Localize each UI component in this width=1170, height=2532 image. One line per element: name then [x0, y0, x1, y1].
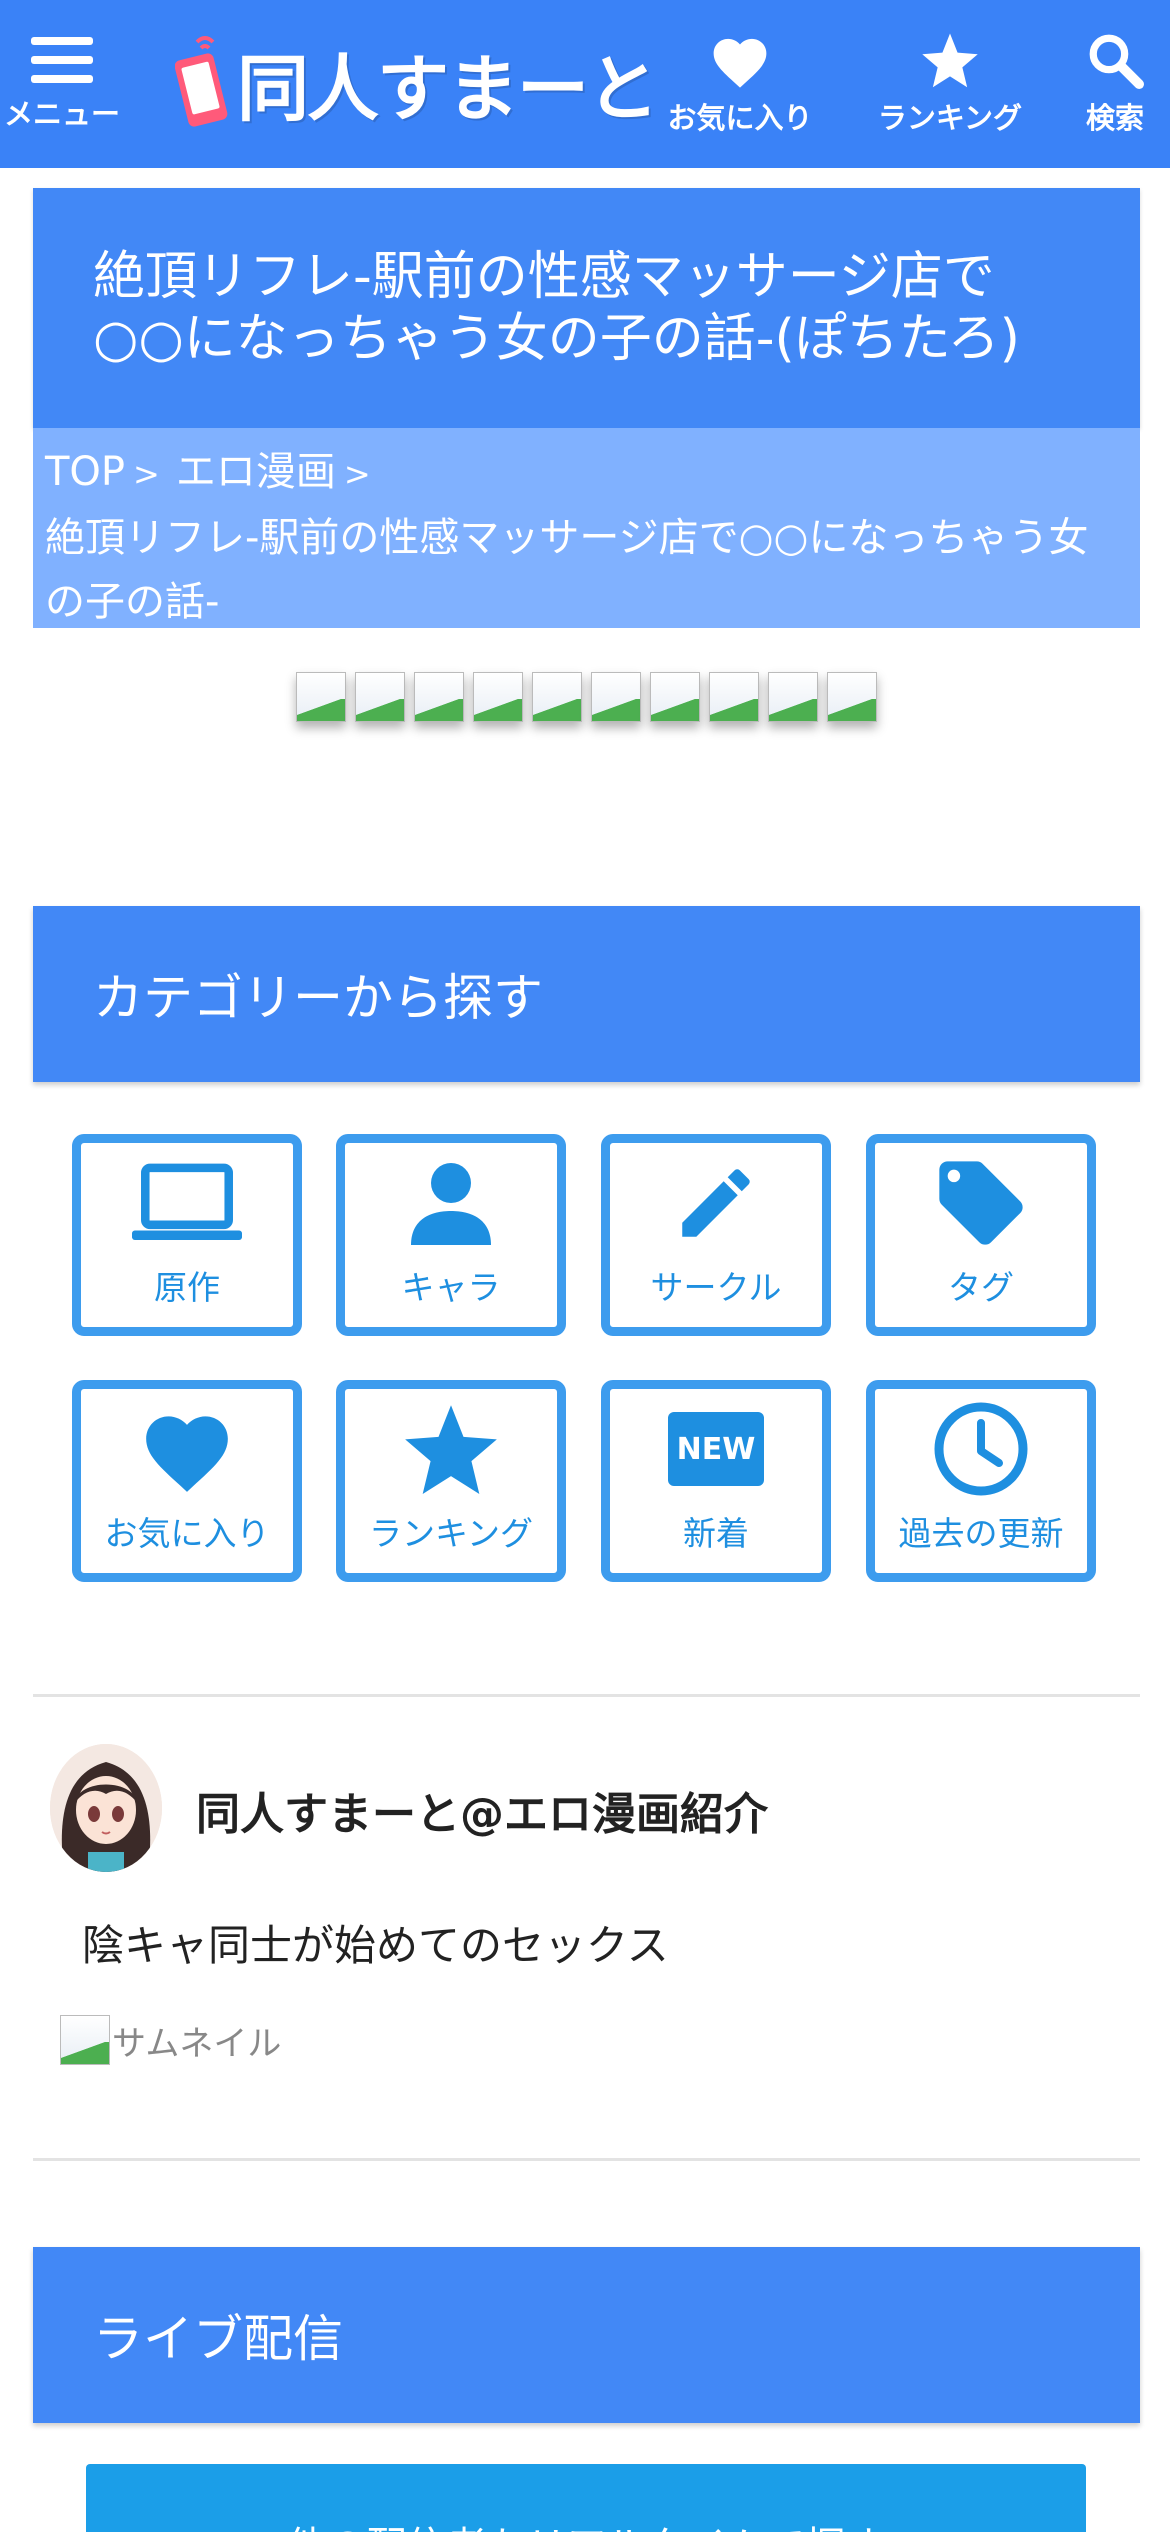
smartphone-logo-icon: [175, 36, 228, 127]
category-original-button[interactable]: 原作: [72, 1134, 302, 1336]
page: メニュー 同人すまーと お気に入り ランキング 検索 絶頂リフレ-駅前の性感マッ…: [0, 0, 1170, 2532]
app-header: メニュー 同人すまーと お気に入り ランキング 検索: [0, 0, 1170, 168]
thumbnail-alt-text: サムネイル: [112, 2023, 282, 2064]
clock-icon: [926, 1399, 1036, 1499]
tag-icon: [926, 1153, 1036, 1253]
heart-icon: [713, 38, 767, 88]
pencil-icon: [661, 1153, 771, 1253]
post-title[interactable]: 陰キャ同士が始めてのセックス: [82, 1912, 669, 1973]
live-section-header: ライブ配信: [33, 2247, 1140, 2423]
broken-image-icon[interactable]: [827, 672, 877, 722]
search-icon: [1089, 34, 1144, 89]
favorites-label: お気に入り: [667, 101, 813, 135]
heart-icon: [132, 1399, 242, 1499]
search-button[interactable]: 検索: [1060, 0, 1170, 168]
new-badge-icon: NEW: [661, 1399, 771, 1499]
menu-button[interactable]: メニュー: [0, 0, 124, 168]
sample-image-row: [296, 672, 886, 722]
hamburger-icon: [31, 37, 93, 83]
live-heading: ライブ配信: [93, 2310, 343, 2368]
broken-image-icon[interactable]: [296, 672, 346, 722]
broken-image-icon[interactable]: [650, 672, 700, 722]
broken-image-icon[interactable]: [532, 672, 582, 722]
category-label: キャラ: [401, 1268, 501, 1307]
category-section-header: カテゴリーから探す: [33, 906, 1140, 1082]
category-label: サークル: [650, 1268, 782, 1307]
new-badge-text: NEW: [676, 1431, 756, 1467]
breadcrumb-current: 絶頂リフレ-駅前の性感マッサージ店で○○になっちゃう女の子の話-: [45, 515, 1089, 625]
ranking-label: ランキング: [877, 101, 1023, 135]
broken-image-icon[interactable]: [768, 672, 818, 722]
category-label: お気に入り: [104, 1514, 270, 1553]
find-streamers-label: 他の配信者もリアルタイムで探す: [287, 2514, 886, 2532]
search-label: 検索: [1085, 101, 1144, 135]
broken-image-icon: [60, 2015, 110, 2065]
star-icon: [396, 1399, 506, 1499]
article-title-box: 絶頂リフレ-駅前の性感マッサージ店で○○になっちゃう女の子の話-(ぽちたろ): [33, 188, 1140, 428]
breadcrumb-category-link[interactable]: エロ漫画: [176, 449, 336, 495]
breadcrumb-top-link[interactable]: TOP: [45, 449, 125, 495]
star-icon: [922, 33, 978, 88]
category-label: タグ: [948, 1268, 1014, 1307]
category-label: 新着: [683, 1514, 749, 1553]
article-title: 絶頂リフレ-駅前の性感マッサージ店で○○になっちゃう女の子の話-(ぽちたろ): [93, 246, 1020, 369]
logo-text: 同人すまーと: [237, 46, 659, 131]
category-tag-button[interactable]: タグ: [866, 1134, 1096, 1336]
ranking-button[interactable]: ランキング: [855, 0, 1045, 168]
category-past-updates-button[interactable]: 過去の更新: [866, 1380, 1096, 1582]
avatar[interactable]: [50, 1744, 162, 1872]
post-thumbnail[interactable]: サムネイル: [60, 2015, 281, 2065]
category-new-button[interactable]: NEW 新着: [601, 1380, 831, 1582]
site-logo[interactable]: 同人すまーと: [175, 22, 659, 142]
category-label: 過去の更新: [898, 1514, 1064, 1553]
person-icon: [396, 1153, 506, 1253]
category-ranking-button[interactable]: ランキング: [336, 1380, 566, 1582]
category-label: ランキング: [368, 1514, 533, 1553]
breadcrumb-separator: >: [133, 455, 160, 493]
laptop-icon: [132, 1153, 242, 1253]
find-streamers-button[interactable]: 他の配信者もリアルタイムで探す: [86, 2464, 1086, 2532]
broken-image-icon[interactable]: [414, 672, 464, 722]
menu-label: メニュー: [3, 97, 120, 131]
broken-image-icon[interactable]: [709, 672, 759, 722]
broken-image-icon[interactable]: [473, 672, 523, 722]
breadcrumb: TOP > エロ漫画 > 絶頂リフレ-駅前の性感マッサージ店で○○になっちゃう女の子の…: [33, 428, 1140, 628]
broken-image-icon[interactable]: [591, 672, 641, 722]
category-character-button[interactable]: キャラ: [336, 1134, 566, 1336]
broken-image-icon[interactable]: [355, 672, 405, 722]
divider: [33, 1694, 1140, 1697]
category-circle-button[interactable]: サークル: [601, 1134, 831, 1336]
breadcrumb-separator: >: [343, 455, 371, 493]
category-label: 原作: [154, 1268, 220, 1307]
author-name[interactable]: 同人すまーと@エロ漫画紹介: [196, 1778, 768, 1842]
category-favorites-button[interactable]: お気に入り: [72, 1380, 302, 1582]
favorites-button[interactable]: お気に入り: [660, 0, 820, 168]
divider: [33, 2158, 1140, 2161]
category-heading: カテゴリーから探す: [93, 969, 543, 1027]
